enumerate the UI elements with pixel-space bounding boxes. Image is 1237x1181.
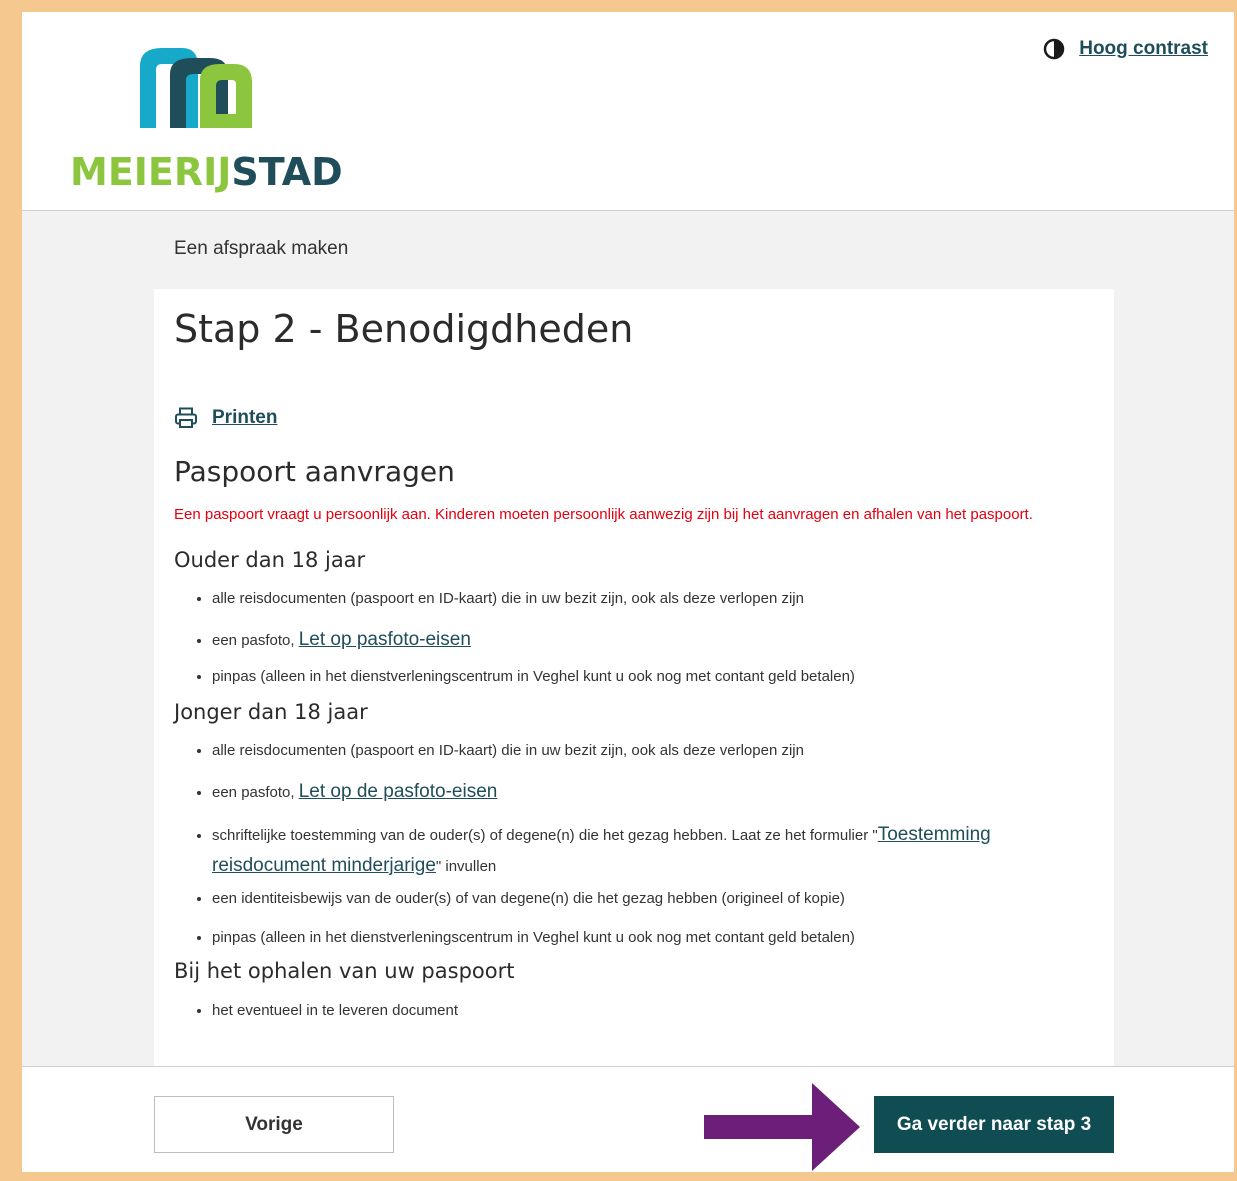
list-item: een pasfoto, Let op de pasfoto-eisen <box>212 781 1092 820</box>
print-action[interactable]: Printen <box>174 407 277 429</box>
printer-icon <box>175 407 197 428</box>
warning-text: Een paspoort vraagt u persoonlijk aan. K… <box>174 506 1033 523</box>
item-text: een pasfoto, <box>212 784 299 801</box>
logo-m-icon <box>140 48 252 128</box>
item-text: pinpas (alleen in het dienstverleningsce… <box>212 668 855 685</box>
heading-older: Ouder dan 18 jaar <box>174 548 366 572</box>
item-text: alle reisdocumenten (paspoort en ID-kaar… <box>212 742 804 759</box>
previous-button[interactable]: Vorige <box>154 1096 394 1153</box>
pickup-list: het eventueel in te leveren document <box>174 1002 1092 1019</box>
list-item: alle reisdocumenten (paspoort en ID-kaar… <box>212 590 1092 629</box>
item-text: schriftelijke toestemming van de ouder(s… <box>212 827 878 844</box>
item-text: " invullen <box>435 858 497 875</box>
list-item: het eventueel in te leveren document <box>212 1002 1092 1019</box>
logo-text-stad: STAD <box>231 150 343 194</box>
item-text: een pasfoto, <box>212 632 299 649</box>
list-item: alle reisdocumenten (paspoort en ID-kaar… <box>212 742 1092 781</box>
meierijstad-logo[interactable]: MEIERIJSTAD <box>68 42 348 194</box>
younger-list: alle reisdocumenten (paspoort en ID-kaar… <box>174 742 1092 968</box>
print-link[interactable]: Printen <box>212 407 277 429</box>
list-item: een identiteisbewijs van de ouder(s) of … <box>212 890 1092 929</box>
contrast-link[interactable]: Hoog contrast <box>1079 38 1208 60</box>
item-text: alle reisdocumenten (paspoort en ID-kaar… <box>212 590 804 607</box>
step-footer: Vorige Ga verder naar stap 3 <box>22 1066 1234 1172</box>
page-frame: MEIERIJSTAD Hoog contrast Een afspraak m… <box>22 12 1234 1172</box>
item-text: een identiteisbewijs van de ouder(s) of … <box>212 890 845 907</box>
page-title: Stap 2 - Benodigdheden <box>174 307 634 351</box>
older-list: alle reisdocumenten (paspoort en ID-kaar… <box>174 590 1092 707</box>
list-item: een pasfoto, Let op pasfoto-eisen <box>212 629 1092 668</box>
arrow-right-icon <box>704 1083 860 1171</box>
contrast-toggle[interactable]: Hoog contrast <box>1043 38 1208 60</box>
photo-requirements-link-minor[interactable]: Let op de pasfoto-eisen <box>299 781 498 802</box>
heading-pickup: Bij het ophalen van uw paspoort <box>174 959 515 983</box>
list-item: schriftelijke toestemming van de ouder(s… <box>212 820 1092 890</box>
site-header: MEIERIJSTAD Hoog contrast <box>22 12 1234 211</box>
section-title: Paspoort aanvragen <box>174 455 455 488</box>
item-text: pinpas (alleen in het dienstverleningsce… <box>212 929 855 946</box>
content-card: Stap 2 - Benodigdheden Printen Paspoort … <box>154 289 1114 1079</box>
logo-wordmark: MEIERIJSTAD <box>70 150 343 194</box>
next-step-button[interactable]: Ga verder naar stap 3 <box>874 1096 1114 1153</box>
heading-younger: Jonger dan 18 jaar <box>174 700 368 724</box>
photo-requirements-link[interactable]: Let op pasfoto-eisen <box>299 629 471 650</box>
breadcrumb: Een afspraak maken <box>174 238 349 259</box>
contrast-icon <box>1043 38 1065 60</box>
logo-text-meierij: MEIERIJ <box>70 150 232 194</box>
item-text: het eventueel in te leveren document <box>212 1002 458 1019</box>
